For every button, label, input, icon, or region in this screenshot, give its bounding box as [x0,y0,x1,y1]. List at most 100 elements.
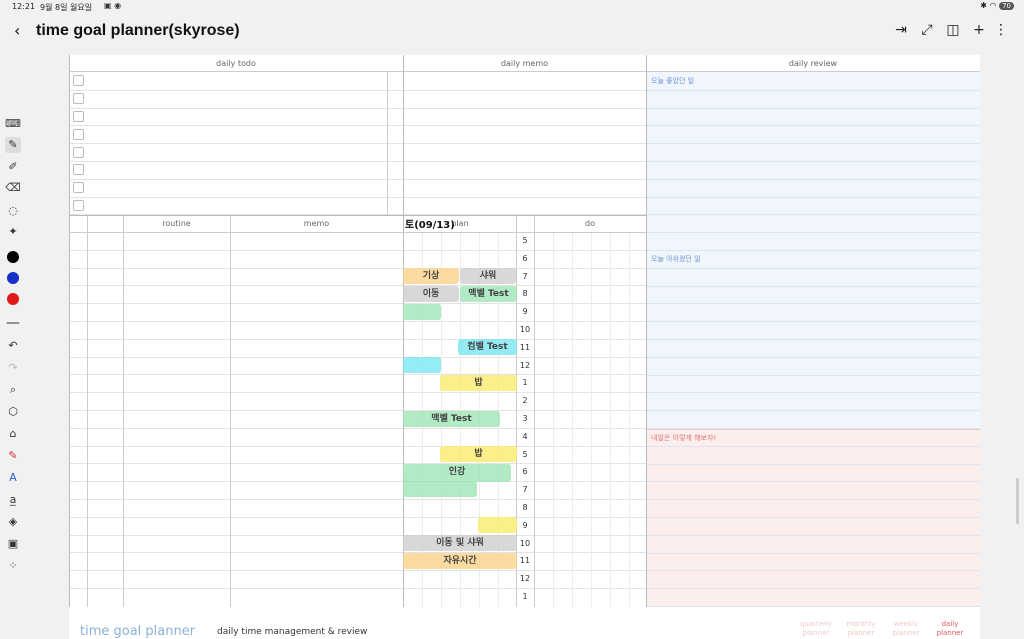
todo-checkbox[interactable] [73,129,84,140]
todo-checkbox[interactable] [73,147,84,158]
plan-block[interactable] [478,517,517,533]
plan-block[interactable]: 밥 [440,375,517,391]
todo-checkbox[interactable] [73,75,84,86]
plan-row-line [69,410,646,411]
todo-checkbox[interactable] [73,164,84,175]
text-recognize-icon[interactable]: A [5,470,21,486]
magic-icon[interactable]: ✦ [5,224,21,240]
todo-checkbox[interactable] [73,182,84,193]
plan-block[interactable]: 자유시간 [403,553,517,569]
plan-block[interactable] [403,357,441,373]
blue-color[interactable] [7,272,19,284]
hour-label: 10 [519,325,531,334]
add-icon[interactable]: + [971,22,987,38]
planner-page: daily todo daily memo daily review 오늘 좋았… [69,55,980,639]
status-bar: 12:21 9월 8일 월요일 ▣ ◉ ✱ ◠ 70 [0,0,1024,14]
plan-block[interactable]: 샤워 [460,268,516,284]
review-row-line [646,534,980,536]
sticker-icon[interactable]: ◈ [5,514,21,530]
eraser-icon[interactable]: ⌫ [5,180,21,196]
lasso-icon[interactable]: ◌ [5,203,21,219]
more-icon[interactable]: ⋮ [993,22,1009,38]
plan-block[interactable] [403,481,477,497]
shape-icon[interactable]: ⬡ [5,404,21,420]
plan-block[interactable]: 맥벨 Test [460,286,517,302]
hour-label: 5 [522,449,528,459]
plan-block[interactable]: 인강 [403,464,511,482]
review-row-line [646,125,980,127]
plan-row-line [69,499,646,500]
plan-block[interactable]: 이동 [403,286,459,302]
todo-row-line [69,125,646,127]
undo-icon[interactable]: ↶ [5,338,21,354]
more-tools-icon[interactable]: ⁘ [5,558,21,574]
review-row-line [646,178,980,180]
hour-label: 7 [522,485,528,495]
plan-row-line [69,588,646,589]
plan-row-line [69,570,646,572]
scrollbar[interactable] [1016,478,1019,524]
divider [69,55,70,607]
plan-row-line [69,463,646,465]
review-row-line [646,214,980,216]
stroke-width-icon[interactable]: — [5,315,21,331]
divider [123,215,124,607]
divider [69,215,646,216]
grid-column-line [610,232,611,607]
hour-label: 4 [522,431,528,441]
text-box-icon[interactable]: a̲ [5,492,21,508]
image-icon[interactable]: ▣ [5,536,21,552]
plan-block[interactable]: 밥 [440,446,517,462]
plan-block[interactable] [403,304,441,320]
hour-label: 1 [522,378,528,388]
review-row-line [646,321,980,323]
plan-row-line [69,534,646,536]
plan-block[interactable]: 이동 및 샤워 [403,535,517,551]
keyboard-icon[interactable]: ⌨ [5,116,21,132]
review-row-line [646,267,980,269]
header-memo: memo [303,219,330,228]
todo-checkbox[interactable] [73,111,84,122]
plan-row-line [69,392,646,394]
review-row-line [646,499,980,501]
plan-row-line [69,338,646,340]
plan-row-line [69,445,646,447]
red-color[interactable] [7,293,19,305]
search-icon[interactable]: ⌕ [5,382,21,398]
grid-column-line [553,232,554,607]
plan-block[interactable]: 컴벨 Test [458,339,517,355]
tab-monthly[interactable]: monthly planner [841,620,881,638]
plan-row-line [69,481,646,483]
todo-checkbox[interactable] [73,93,84,104]
plan-block[interactable]: 기상 [403,268,459,284]
grid-column-line [591,232,592,607]
redo-icon[interactable]: ↷ [5,360,21,376]
todo-checkbox[interactable] [73,200,84,211]
expand-icon[interactable]: ⤢ [919,22,935,38]
marker-icon[interactable]: ✎ [5,448,21,464]
plan-row-line [69,285,646,287]
pen-icon[interactable]: ✎ [5,137,21,153]
tag-icon[interactable]: ⌂ [5,426,21,442]
tab-quarterly[interactable]: quarterly planner [796,620,836,638]
plan-block[interactable]: 맥벨 Test [403,411,500,427]
divider [230,215,231,607]
plan-row-line [69,516,646,518]
highlighter-icon[interactable]: ✐ [5,159,21,175]
tab-weekly[interactable]: weekly planner [886,620,926,638]
share-icon[interactable]: ⇥ [893,22,909,38]
hour-label: 6 [522,467,528,477]
hour-label: 11 [519,342,531,352]
tab-daily[interactable]: daily planner [930,620,970,638]
header-daily-memo: daily memo [403,55,646,72]
review-row-line [646,570,980,572]
notification-icons: ▣ ◉ [104,1,122,10]
black-color[interactable] [7,251,19,263]
hour-label: 9 [522,520,528,530]
chevron-left-icon[interactable]: ‹ [14,21,20,40]
app-window: { "status": {"time": "12:21", "date": "9… [0,0,1024,639]
book-icon[interactable]: ◫ [945,22,961,38]
review-row-line [646,410,980,412]
header-routine: routine [162,219,191,228]
review-tomorrow-area[interactable] [646,429,980,607]
